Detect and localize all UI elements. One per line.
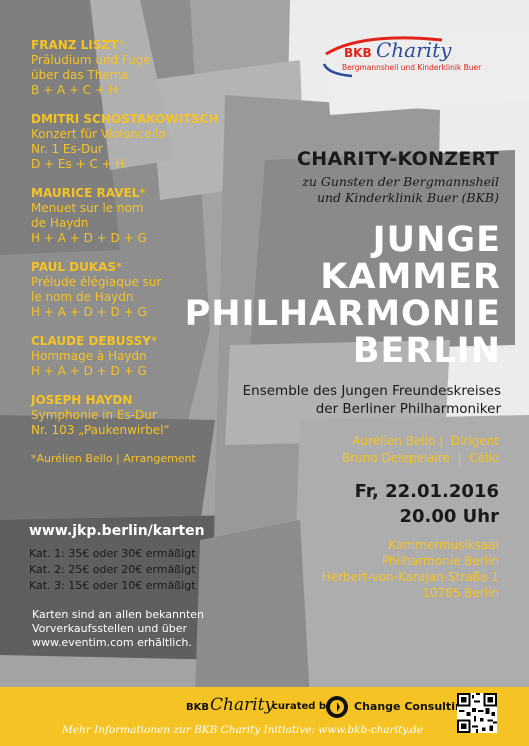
venue-line: Kammermusiksaal [388, 538, 499, 552]
title-line: PHILHARMONIE [184, 294, 501, 334]
performer-line: Aurélien Bello | Dirigent [352, 434, 499, 448]
event-time: 20.00 Uhr [399, 506, 499, 527]
composer-name: MAURICE RAVEL* [31, 186, 146, 200]
subtitle-line: und Kinderklinik Buer (BKB) [316, 190, 499, 205]
bkb-charity-logo: BKB Charity Bergmannsheil und Kinderklin… [322, 34, 502, 82]
performer-line: Bruno Delepelaire | Cello [341, 451, 499, 465]
work-line: Prélude élégiaque sur [31, 275, 162, 289]
ensemble-line: Ensemble des Jungen Freundeskreises [242, 383, 501, 399]
program-entry: DMITRI SCHOSTAKOWITSCH Konzert für Violo… [31, 112, 261, 172]
footer-curated: curated by [272, 701, 333, 712]
ensemble-line: der Berliner Philharmoniker [315, 401, 501, 417]
venue-line: 10785 Berlin [422, 586, 499, 600]
availability-text: Karten sind an allen bekannten Vorverkau… [29, 608, 244, 650]
arrangement-note: *Aurélien Bello | Arrangement [31, 452, 196, 465]
footer-bar: BKB Charity curated by Change Consulting… [0, 687, 529, 746]
work-line: B + A + C + H [31, 83, 118, 97]
work-line: Symphonie in Es-Dur [31, 408, 157, 422]
program-entry: FRANZ LISZT* Präludium und Fuge über das… [31, 38, 261, 98]
tickets-block: www.jkp.berlin/karten Kat. 1: 35€ oder 3… [29, 522, 244, 650]
ticket-url[interactable]: www.jkp.berlin/karten [29, 522, 244, 540]
work-line: H + A + D + D + G [31, 231, 147, 245]
venue-line: Herbert-von-Karajan-Straße 1 [321, 570, 499, 584]
price-line: Kat. 1: 35€ oder 30€ ermäßigt [29, 547, 196, 560]
work-line: Präludium und Fuge [31, 53, 151, 67]
availability-line: www.eventim.com erhältlich. [32, 636, 192, 649]
logo-subtitle: Bergmannsheil und Kinderklinik Buer [342, 63, 482, 72]
composer-name: PAUL DUKAS* [31, 260, 123, 274]
footer-word: Charity [210, 695, 275, 715]
event-date: Fr, 22.01.2016 [354, 481, 499, 502]
title-line: KAMMER [320, 257, 501, 297]
subtitle-line: zu Gunsten der Bergmannsheil [302, 174, 499, 189]
composer-name: JOSEPH HAYDN [31, 393, 133, 407]
availability-line: Vorverkaufsstellen und über [32, 622, 188, 635]
concert-subtitle: zu Gunsten der Bergmannsheil und Kinderk… [302, 174, 499, 206]
composer-name: DMITRI SCHOSTAKOWITSCH [31, 112, 219, 126]
composer-name: FRANZ LISZT* [31, 38, 125, 52]
logo-word: Charity [376, 38, 452, 62]
price-line: Kat. 2: 25€ oder 20€ ermäßigt [29, 563, 196, 576]
composer-name: CLAUDE DEBUSSY* [31, 334, 157, 348]
footer-brand: BKB [186, 702, 209, 713]
work-line: Nr. 1 Es-Dur [31, 142, 103, 156]
logo-brand: BKB [344, 46, 372, 60]
qr-code-icon[interactable] [457, 693, 497, 733]
work-line: de Haydn [31, 216, 89, 230]
footer-info[interactable]: Mehr Informationen zur BKB Charity Initi… [62, 724, 423, 736]
program-entry: JOSEPH HAYDN Symphonie in Es-Dur Nr. 103… [31, 393, 261, 438]
work-line: Konzert für Violoncello [31, 127, 166, 141]
ensemble-text: Ensemble des Jungen Freundeskreises der … [243, 382, 501, 418]
program-entry: MAURICE RAVEL* Menuet sur le nom de Hayd… [31, 186, 261, 246]
title-line: BERLIN [352, 331, 501, 371]
work-line: Menuet sur le nom [31, 201, 144, 215]
program-entry: CLAUDE DEBUSSY* Hommage à Haydn H + A + … [31, 334, 261, 379]
work-line: Hommage à Haydn [31, 349, 147, 363]
change-consulting-logo-icon [326, 696, 348, 718]
performers: Aurélien Bello | Dirigent Bruno Delepela… [342, 433, 499, 467]
price-line: Kat. 3: 15€ oder 10€ ermäßigt [29, 579, 196, 592]
work-line: H + A + D + D + G [31, 364, 147, 378]
footer-partner: Change Consulting [354, 700, 471, 713]
availability-line: Karten sind an allen bekannten [32, 608, 205, 621]
work-line: D + Es + C + H [31, 157, 125, 171]
program-list: FRANZ LISZT* Präludium und Fuge über das… [31, 38, 261, 466]
venue: Kammermusiksaal Philharmonie Berlin Herb… [322, 537, 499, 601]
venue-line: Philharmonie Berlin [381, 554, 499, 568]
concert-kicker: CHARITY-KONZERT [297, 148, 499, 170]
work-line: Nr. 103 „Paukenwirbel“ [31, 423, 170, 437]
work-line: über das Thema [31, 68, 129, 82]
title-line: JUNGE [372, 220, 501, 260]
